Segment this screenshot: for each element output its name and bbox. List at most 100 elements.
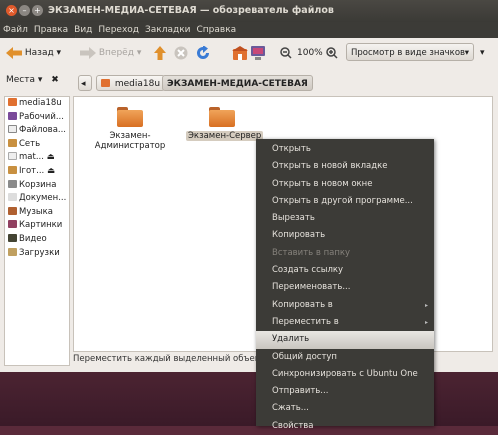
music-icon (8, 206, 17, 215)
sidebar-item-label: Корзина (19, 179, 57, 190)
menu-item-copy-to[interactable]: Копировать в ▸ (256, 297, 434, 314)
home-icon (101, 79, 110, 87)
crumb-back-icon[interactable]: ◂ (78, 75, 92, 91)
zoom-level[interactable]: 100% (297, 45, 323, 61)
menu-item-sharing[interactable]: Общий доступ (256, 349, 434, 366)
forward-arrow-icon (80, 46, 96, 59)
title-bar: × – + ЭКЗАМЕН-МЕДИА-СЕТЕВАЯ — обозревате… (0, 0, 498, 22)
forward-button[interactable]: Вперёд ▾ (80, 45, 141, 61)
places-label: Места (6, 75, 36, 85)
location-bar: Места ▾ ✖ ◂ media18u ЭКЗАМЕН-МЕДИА-СЕТЕВ… (0, 68, 498, 96)
folder-label-admin[interactable]: Экзамен- Администратор (94, 131, 166, 151)
menu-item-compress[interactable]: Сжать... (256, 400, 434, 417)
menu-item-open-new-window[interactable]: Открыть в новом окне (256, 176, 434, 193)
up-button[interactable] (154, 45, 166, 61)
home-icon (232, 45, 248, 60)
video-icon (8, 233, 17, 242)
menu-file[interactable]: Файл (0, 22, 31, 38)
menu-item-properties[interactable]: Свойства (256, 418, 434, 435)
menu-edit[interactable]: Правка (31, 22, 71, 38)
sidebar-item-pictures[interactable]: Картинки (5, 219, 69, 233)
sidebar-item-label: Сеть (19, 138, 41, 149)
places-selector[interactable]: Места ▾ ✖ (6, 75, 59, 85)
menu-bookmarks[interactable]: Закладки (142, 22, 194, 38)
sidebar-item-documents[interactable]: Докумен... (5, 192, 69, 206)
sidebar-item-label: Загрузки (19, 247, 60, 258)
sidebar-item-label: Рабочий... (19, 111, 64, 122)
reload-icon (197, 45, 209, 59)
home-button[interactable] (232, 45, 248, 61)
forward-label: Вперёд (98, 48, 134, 58)
zoom-out-icon (280, 46, 292, 59)
menu-item-open[interactable]: Открыть (256, 141, 434, 158)
network-icon (8, 138, 17, 147)
menu-help[interactable]: Справка (194, 22, 240, 38)
crumb-current[interactable]: ЭКЗАМЕН-МЕДИА-СЕТЕВАЯ (162, 75, 313, 91)
downloads-icon (8, 247, 17, 256)
sidebar-item-network[interactable]: Сеть (5, 138, 69, 152)
up-arrow-icon (154, 45, 166, 60)
window-title: ЭКЗАМЕН-МЕДИА-СЕТЕВАЯ — обозреватель фай… (48, 5, 334, 16)
folder-icon[interactable] (209, 107, 235, 127)
sidebar-item-label: Iгот... (19, 165, 45, 176)
menu-item-move-to[interactable]: Переместить в ▸ (256, 314, 434, 331)
reload-button[interactable] (196, 45, 210, 61)
back-label: Назад (24, 48, 54, 58)
view-mode-label: Просмотр в виде значков (351, 48, 466, 58)
sidebar-item-label: Файлова... (19, 125, 67, 136)
drive-icon (8, 125, 17, 134)
minimize-icon[interactable]: – (19, 5, 30, 16)
computer-button[interactable] (250, 45, 266, 61)
stop-icon (174, 46, 188, 59)
sidebar-item-music[interactable]: Музыка (5, 206, 69, 220)
sidebar-item-volume-igot[interactable]: Iгот... ⏏ (5, 165, 69, 179)
zoom-in-button[interactable] (326, 45, 338, 61)
pictures-icon (8, 220, 17, 229)
menu-item-open-new-tab[interactable]: Открыть в новой вкладке (256, 158, 434, 175)
sidebar-item-label: Видео (19, 233, 47, 244)
documents-icon (8, 193, 17, 202)
back-button[interactable]: Назад ▾ (6, 45, 61, 61)
context-menu: Открыть Открыть в новой вкладке Открыть … (256, 139, 434, 431)
sidebar-item-volume-mat[interactable]: mat... ⏏ (5, 151, 69, 165)
crumb-current-label: ЭКЗАМЕН-МЕДИА-СЕТЕВАЯ (167, 79, 308, 89)
menu-go[interactable]: Переход (95, 22, 142, 38)
sidebar-item-trash[interactable]: Корзина (5, 179, 69, 193)
zoom-out-button[interactable] (280, 45, 292, 61)
sidebar-item-home[interactable]: media18u (5, 97, 69, 111)
menu-view[interactable]: Вид (71, 22, 95, 38)
close-icon[interactable]: × (6, 5, 17, 16)
sidebar-item-videos[interactable]: Видео (5, 233, 69, 247)
sidebar-item-label: mat... (19, 152, 44, 163)
sidebar-item-label: Музыка (19, 206, 53, 217)
drive-icon (8, 165, 17, 174)
menu-item-paste-into: Вставить в папку (272, 247, 351, 258)
toolbar-overflow-icon[interactable]: ▾ (480, 45, 485, 61)
sidebar-item-desktop[interactable]: Рабочий... (5, 111, 69, 125)
menu-item-copy[interactable]: Копировать (256, 227, 434, 244)
sidebar-item-downloads[interactable]: Загрузки (5, 247, 69, 261)
menu-item-make-link[interactable]: Создать ссылку (256, 262, 434, 279)
eject-icon[interactable]: ⏏ (47, 166, 55, 176)
places-sidebar: media18u Рабочий... Файлова... Сеть mat.… (4, 96, 70, 366)
sidebar-item-label: Докумен... (19, 193, 67, 204)
close-sidebar-icon[interactable]: ✖ (51, 75, 59, 85)
menu-item-label: Копировать в (272, 299, 333, 310)
view-mode-select[interactable]: Просмотр в виде значков ▾ (346, 43, 474, 61)
drive-icon (8, 152, 17, 161)
crumb-home[interactable]: media18u (96, 75, 166, 91)
maximize-icon[interactable]: + (32, 5, 43, 16)
menu-item-delete[interactable]: Удалить (256, 331, 434, 349)
folder-label-line: Экзамен- (109, 131, 151, 141)
sidebar-item-filesystem[interactable]: Файлова... (5, 124, 69, 138)
folder-label-server[interactable]: Экзамен-Сервер (186, 131, 264, 141)
menu-item-sync-ubuntu-one[interactable]: Синхронизировать с Ubuntu One (256, 366, 434, 383)
menu-item-open-with[interactable]: Открыть в другой программе... (256, 193, 434, 210)
menu-item-rename[interactable]: Переименовать... (256, 279, 434, 296)
folder-icon[interactable] (117, 107, 143, 127)
home-icon (8, 98, 17, 106)
menu-item-send-to[interactable]: Отправить... (256, 383, 434, 400)
eject-icon[interactable]: ⏏ (47, 152, 55, 162)
stop-button[interactable] (174, 45, 188, 61)
menu-item-cut[interactable]: Вырезать (256, 210, 434, 227)
